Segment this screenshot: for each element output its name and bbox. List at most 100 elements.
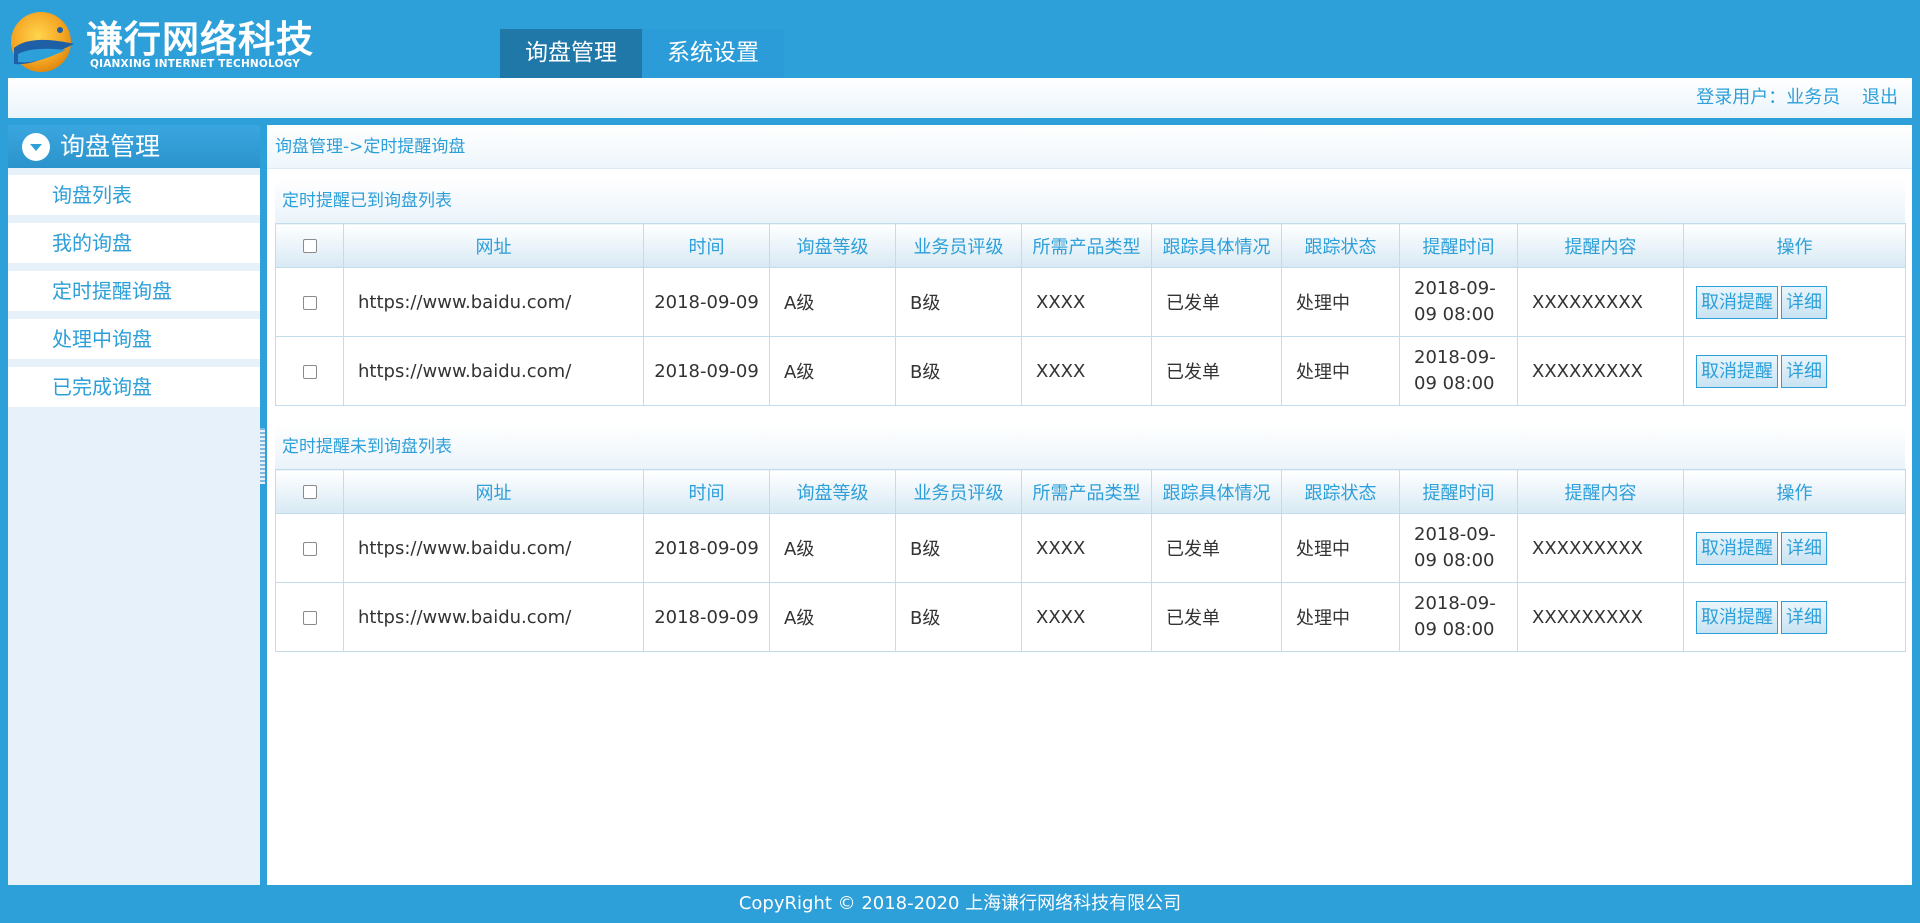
column-header-url: 网址 — [343, 223, 644, 268]
column-header-detail: 跟踪具体情况 — [1151, 223, 1282, 268]
cell-time: 2018-09-09 — [643, 582, 770, 652]
cancel-reminder-button[interactable]: 取消提醒 — [1696, 531, 1778, 565]
column-header-detail: 跟踪具体情况 — [1151, 469, 1282, 514]
cell-remind-content: XXXXXXXXX — [1517, 513, 1684, 583]
cell-url: https://www.baidu.com/ — [343, 513, 644, 583]
sidebar-resize-handle[interactable] — [260, 428, 265, 484]
tab-system-settings[interactable]: 系统设置 — [642, 29, 784, 78]
cell-rating: B级 — [895, 582, 1022, 652]
footer-copyright: CopyRight © 2018-2020 上海谦行网络科技有限公司 — [0, 885, 1920, 923]
detail-button[interactable]: 详细 — [1781, 531, 1827, 565]
column-header-time: 时间 — [643, 469, 770, 514]
column-header-level: 询盘等级 — [769, 223, 896, 268]
sidebar-item-in-progress[interactable]: 处理中询盘 — [8, 319, 260, 359]
app-header: 谦行网络科技 QIANXING INTERNET TECHNOLOGY 询盘管理… — [0, 0, 1920, 78]
table-header-row: 网址 时间 询盘等级 业务员评级 所需产品类型 跟踪具体情况 跟踪状态 提醒时间 提醒内容 操作 — [275, 469, 1906, 514]
panel-reminders-pending: 定时提醒未到询盘列表 网址 时间 询盘等级 业务员评级 所需产品类型 跟踪具体情况 跟踪状态… — [275, 425, 1906, 652]
inquiry-table: 网址 时间 询盘等级 业务员评级 所需产品类型 跟踪具体情况 跟踪状态 提醒时间 提醒内容 操作 h… — [275, 223, 1906, 406]
column-header-remind-time: 提醒时间 — [1399, 469, 1518, 514]
chevron-down-circle-icon — [22, 133, 50, 161]
logout-link[interactable]: 退出 — [1862, 87, 1898, 108]
detail-button[interactable]: 详细 — [1781, 354, 1827, 388]
user-bar: 登录用户：业务员 退出 — [8, 78, 1912, 118]
cancel-reminder-button[interactable]: 取消提醒 — [1696, 600, 1778, 634]
column-header-status: 跟踪状态 — [1281, 223, 1400, 268]
cell-product: XXXX — [1021, 513, 1152, 583]
sidebar: 询盘管理 询盘列表 我的询盘 定时提醒询盘 处理中询盘 已完成询盘 — [8, 125, 260, 885]
brand-name-en: QIANXING INTERNET TECHNOLOGY — [90, 58, 301, 70]
main-content: 询盘管理->定时提醒询盘 定时提醒已到询盘列表 网址 时间 询盘等级 业务员评级 所需产… — [267, 125, 1912, 885]
tab-inquiry-management[interactable]: 询盘管理 — [500, 29, 642, 78]
table-row: https://www.baidu.com/2018-09-09 A级 B级 XXXX… — [275, 513, 1906, 583]
cell-detail: 已发单 — [1151, 582, 1282, 652]
cell-remind-content: XXXXXXXXX — [1517, 582, 1684, 652]
select-all-cell — [275, 469, 344, 514]
cell-detail: 已发单 — [1151, 513, 1282, 583]
sidebar-header[interactable]: 询盘管理 — [8, 125, 260, 168]
cell-level: A级 — [769, 513, 896, 583]
cell-product: XXXX — [1021, 336, 1152, 406]
sidebar-menu: 询盘列表 我的询盘 定时提醒询盘 处理中询盘 已完成询盘 — [8, 175, 260, 415]
breadcrumb: 询盘管理->定时提醒询盘 — [267, 125, 1912, 169]
row-select-cell — [275, 582, 344, 652]
row-select-cell — [275, 513, 344, 583]
cell-actions: 取消提醒 详细 — [1683, 336, 1906, 406]
sidebar-item-scheduled-reminders[interactable]: 定时提醒询盘 — [8, 271, 260, 311]
cell-status: 处理中 — [1281, 267, 1400, 337]
cell-url: https://www.baidu.com/ — [343, 336, 644, 406]
row-checkbox[interactable] — [302, 610, 317, 625]
row-select-cell — [275, 267, 344, 337]
cell-rating: B级 — [895, 336, 1022, 406]
cancel-reminder-button[interactable]: 取消提醒 — [1696, 354, 1778, 388]
sidebar-item-completed[interactable]: 已完成询盘 — [8, 367, 260, 407]
table-row: https://www.baidu.com/2018-09-09 A级 B级 XXXX… — [275, 267, 1906, 337]
sidebar-item-my-inquiries[interactable]: 我的询盘 — [8, 223, 260, 263]
panel-title: 定时提醒已到询盘列表 — [275, 179, 1905, 223]
inquiry-table: 网址 时间 询盘等级 业务员评级 所需产品类型 跟踪具体情况 跟踪状态 提醒时间 提醒内容 操作 h… — [275, 469, 1906, 652]
cell-url: https://www.baidu.com/ — [343, 582, 644, 652]
row-select-cell — [275, 336, 344, 406]
row-checkbox[interactable] — [302, 295, 317, 310]
select-all-cell — [275, 223, 344, 268]
cell-remind-content: XXXXXXXXX — [1517, 267, 1684, 337]
sidebar-item-inquiry-list[interactable]: 询盘列表 — [8, 175, 260, 215]
row-checkbox[interactable] — [302, 364, 317, 379]
cell-time: 2018-09-09 — [643, 267, 770, 337]
column-header-remind-content: 提醒内容 — [1517, 469, 1684, 514]
company-logo[interactable]: 谦行网络科技 QIANXING INTERNET TECHNOLOGY — [8, 8, 328, 74]
cell-remind-time: 2018-09-09 08:00 — [1399, 267, 1518, 337]
cell-level: A级 — [769, 336, 896, 406]
cell-actions: 取消提醒 详细 — [1683, 513, 1906, 583]
cell-actions: 取消提醒 详细 — [1683, 267, 1906, 337]
panel-reminders-due: 定时提醒已到询盘列表 网址 时间 询盘等级 业务员评级 所需产品类型 跟踪具体情况 跟踪状态… — [275, 179, 1906, 406]
column-header-remind-content: 提醒内容 — [1517, 223, 1684, 268]
cell-level: A级 — [769, 267, 896, 337]
select-all-checkbox[interactable] — [302, 485, 317, 499]
cell-detail: 已发单 — [1151, 336, 1282, 406]
top-nav: 询盘管理 系统设置 — [500, 29, 784, 78]
table-row: https://www.baidu.com/2018-09-09 A级 B级 XXXX… — [275, 582, 1906, 652]
table-row: https://www.baidu.com/2018-09-09 A级 B级 XXXX… — [275, 336, 1906, 406]
column-header-rating: 业务员评级 — [895, 223, 1022, 268]
column-header-actions: 操作 — [1683, 223, 1906, 268]
cancel-reminder-button[interactable]: 取消提醒 — [1696, 285, 1778, 319]
cell-product: XXXX — [1021, 267, 1152, 337]
column-header-remind-time: 提醒时间 — [1399, 223, 1518, 268]
detail-button[interactable]: 详细 — [1781, 285, 1827, 319]
cell-product: XXXX — [1021, 582, 1152, 652]
detail-button[interactable]: 详细 — [1781, 600, 1827, 634]
row-checkbox[interactable] — [302, 541, 317, 556]
cell-remind-time: 2018-09-09 08:00 — [1399, 582, 1518, 652]
cell-rating: B级 — [895, 513, 1022, 583]
column-header-status: 跟踪状态 — [1281, 469, 1400, 514]
column-header-actions: 操作 — [1683, 469, 1906, 514]
column-header-time: 时间 — [643, 223, 770, 268]
cell-time: 2018-09-09 — [643, 336, 770, 406]
cell-status: 处理中 — [1281, 513, 1400, 583]
cell-actions: 取消提醒 详细 — [1683, 582, 1906, 652]
panel-title: 定时提醒未到询盘列表 — [275, 425, 1905, 469]
cell-url: https://www.baidu.com/ — [343, 267, 644, 337]
fish-logo-icon — [11, 12, 74, 72]
select-all-checkbox[interactable] — [302, 239, 317, 253]
cell-status: 处理中 — [1281, 336, 1400, 406]
